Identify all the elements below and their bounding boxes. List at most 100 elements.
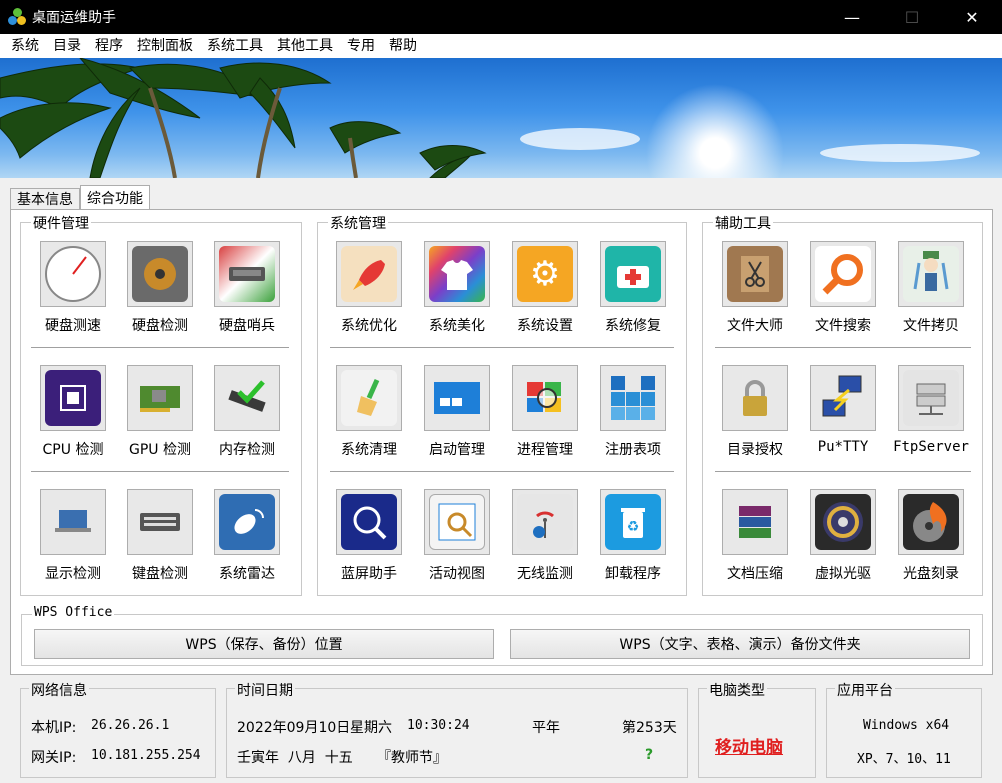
tool-startup-manage[interactable]: 启动管理 [417,365,497,465]
windows-magnifier-icon [517,370,573,426]
memory-check-icon [219,370,275,426]
gateway-ip-label: 网关IP: [31,750,77,766]
datetime-title: 时间日期 [235,680,295,700]
tool-gpu-check[interactable]: GPU 检测 [120,365,200,465]
tool-system-optimize[interactable]: 系统优化 [329,241,409,341]
bluescreen-search-icon [341,494,397,550]
tool-activity-view[interactable]: 活动视图 [417,489,497,589]
tool-label: 文件大师 [727,318,783,334]
tool-keyboard-check[interactable]: 键盘检测 [120,489,200,589]
tool-label: 目录授权 [727,442,783,458]
recycle-bin-icon: ♻ [605,494,661,550]
menu-system[interactable]: 系统 [4,34,46,58]
activity-view-icon [429,494,485,550]
tool-label: 硬盘哨兵 [219,318,275,334]
tool-putty[interactable]: Pu*TTY [803,365,883,465]
magnifier-icon [815,246,871,302]
wps-save-location-button[interactable]: WPS（保存、备份）位置 [34,629,494,659]
menu-special[interactable]: 专用 [340,34,382,58]
tool-memory-check[interactable]: 内存检测 [207,365,287,465]
first-aid-kit-icon [605,246,661,302]
tshirt-icon [429,246,485,302]
tool-disk-speed[interactable]: 硬盘测速 [33,241,113,341]
tool-cpu-check[interactable]: CPU 检测 [33,365,113,465]
maximize-button[interactable]: ☐ [882,0,942,34]
wps-group-title: WPS Office [32,605,115,620]
tool-label: CPU 检测 [42,442,104,458]
tool-label: 系统设置 [517,318,573,334]
hardware-group-title: 硬件管理 [31,213,91,233]
current-time: 10:30:24 [407,718,470,733]
padlock-icon [727,370,783,426]
window-title: 桌面运维助手 [32,10,116,26]
tab-comprehensive-functions[interactable]: 综合功能 [80,185,150,211]
tool-disk-sentinel[interactable]: 硬盘哨兵 [207,241,287,341]
scissors-folder-icon [727,246,783,302]
tool-system-clean[interactable]: 系统清理 [329,365,409,465]
tool-virtual-drive[interactable]: 虚拟光驱 [803,489,883,589]
wps-group: WPS Office WPS（保存、备份）位置 WPS（文字、表格、演示）备份文… [21,605,983,666]
hard-disk-icon [132,246,188,302]
tab-panel: 硬件管理 硬盘测速 硬盘检测 硬盘哨兵 CPU 检测 GPU 检测 内存检测 显… [10,209,993,675]
tool-system-beautify[interactable]: 系统美化 [417,241,497,341]
tool-label: 文档压缩 [727,566,783,582]
tool-label: 文件拷贝 [903,318,959,334]
tool-archive[interactable]: 文档压缩 [715,489,795,589]
tool-label: 卸载程序 [605,566,661,582]
tool-wireless-monitor[interactable]: 无线监测 [505,489,585,589]
minimize-button[interactable]: — [822,0,882,34]
system-group: 系统管理 系统优化 系统美化 ⚙ 系统设置 系统修复 系统清理 启动管理 进程管… [317,213,687,596]
aux-tools-group-title: 辅助工具 [713,213,773,233]
menu-programs[interactable]: 程序 [88,34,130,58]
tool-disc-burn[interactable]: 光盘刻录 [891,489,971,589]
menu-control-panel[interactable]: 控制面板 [130,34,200,58]
tool-file-search[interactable]: 文件搜索 [803,241,883,341]
tool-file-master[interactable]: 文件大师 [715,241,795,341]
anime-character-icon [903,246,959,302]
close-button[interactable]: ✕ [942,0,1002,34]
rocket-icon [341,246,397,302]
tool-label: 蓝屏助手 [341,566,397,582]
optical-disc-icon [815,494,871,550]
wireless-info-icon [517,494,573,550]
tool-system-radar[interactable]: 系统雷达 [207,489,287,589]
gateway-ip-value: 10.181.255.254 [91,748,201,763]
menu-help[interactable]: 帮助 [382,34,424,58]
tool-file-copy[interactable]: 文件拷贝 [891,241,971,341]
tool-uninstall[interactable]: ♻ 卸载程序 [593,489,673,589]
platform-os: Windows x64 [863,718,950,733]
tool-registry-items[interactable]: 注册表项 [593,365,673,465]
day-of-year: 第253天 [622,720,677,736]
satellite-dish-icon [219,494,275,550]
menu-other-tools[interactable]: 其他工具 [270,34,340,58]
tool-label: GPU 检测 [129,442,191,458]
laptop-icon [45,494,101,550]
platform-versions: XP、7、10、11 [857,752,951,767]
tool-label: 硬盘测速 [45,318,101,334]
tool-label: 显示检测 [45,566,101,582]
tool-label: 无线监测 [517,566,573,582]
tool-process-manage[interactable]: 进程管理 [505,365,585,465]
tool-label: 文件搜索 [815,318,871,334]
tool-system-repair[interactable]: 系统修复 [593,241,673,341]
menu-system-tools[interactable]: 系统工具 [200,34,270,58]
broom-icon [341,370,397,426]
tool-ftp-server[interactable]: FtpServer [891,365,971,465]
tool-display-check[interactable]: 显示检测 [33,489,113,589]
tool-disk-check[interactable]: 硬盘检测 [120,241,200,341]
tab-basic-info[interactable]: 基本信息 [10,188,80,210]
disk-sentinel-icon [219,246,275,302]
winrar-books-icon [727,494,783,550]
palm-trees-graphic [0,58,487,178]
tool-system-settings[interactable]: ⚙ 系统设置 [505,241,585,341]
menu-directory[interactable]: 目录 [46,34,88,58]
current-weekday: 星期六 [350,720,392,736]
gpu-card-icon [132,370,188,426]
aux-tools-group: 辅助工具 文件大师 文件搜索 文件拷贝 目录授权 Pu*TTY FtpServe… [702,213,983,596]
tool-bluescreen-helper[interactable]: 蓝屏助手 [329,489,409,589]
tool-label: 注册表项 [605,442,661,458]
server-icon [903,370,959,426]
wps-backup-folder-button[interactable]: WPS（文字、表格、演示）备份文件夹 [510,629,970,659]
tool-dir-permission[interactable]: 目录授权 [715,365,795,465]
menu-bar: 系统 目录 程序 控制面板 系统工具 其他工具 专用 帮助 [0,34,1002,58]
